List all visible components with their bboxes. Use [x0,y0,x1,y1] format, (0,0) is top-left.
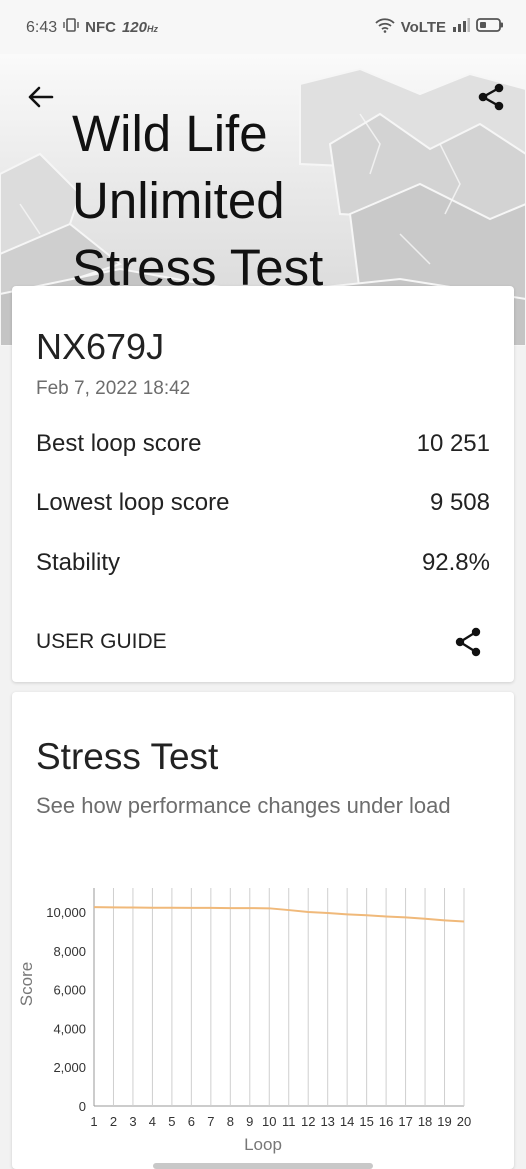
title-line-2: Unlimited [72,172,285,229]
score-series-line [93,906,465,923]
x-tick-label: 11 [282,1114,296,1129]
summary-card: NX679J Feb 7, 2022 18:42 Best loop score… [12,286,514,682]
stress-test-title: Stress Test [36,736,219,777]
x-axis-label: Loop [244,1135,282,1154]
stability-label: Stability [36,549,121,576]
y-tick-label: 10,000 [46,905,86,920]
x-tick-label: 12 [301,1114,315,1129]
x-tick-label: 6 [188,1114,195,1129]
back-button[interactable] [24,82,58,112]
y-tick-label: 6,000 [53,983,86,998]
x-tick-label: 17 [398,1114,412,1129]
lowest-loop-row: Lowest loop score 9 508 [36,489,490,517]
x-tick-label: 2 [110,1114,117,1129]
device-name: NX679J [36,326,165,367]
status-time: 6:43 [26,18,58,36]
share-icon [455,627,481,657]
home-indicator [153,1163,373,1169]
stress-test-card: Stress Test See how performance changes … [12,692,514,1169]
stress-test-chart: 02,0004,0006,0008,00010,000 1 2 3 4 5 6 7 8 9 10 1… [17,888,471,1154]
lowest-loop-value: 9 508 [429,489,490,516]
title-line-1: Wild Life [72,105,268,162]
x-tick-label: 8 [227,1114,234,1129]
x-tick-label: 1 [90,1114,97,1129]
x-tick-label: 13 [320,1114,334,1129]
share-result-button[interactable] [452,626,484,658]
y-tick-label: 2,000 [53,1060,86,1075]
refresh-rate: 120Hz [122,19,158,36]
y-tick-label: 8,000 [53,944,86,959]
vibrate-icon [63,17,79,38]
x-tick-label: 3 [129,1114,136,1129]
y-axis-label: Score [17,962,36,1006]
stability-row: Stability 92.8% [36,549,490,577]
network-label: VoLTE [400,19,446,36]
x-tick-label: 7 [207,1114,214,1129]
stress-test-subtitle: See how performance changes under load [36,793,451,818]
x-tick-label: 19 [437,1114,451,1129]
x-tick-label: 5 [168,1114,175,1129]
back-arrow-icon [28,86,54,108]
x-tick-label: 14 [340,1114,354,1129]
best-loop-label: Best loop score [36,430,202,457]
x-tick-label: 16 [379,1114,393,1129]
y-tick-label: 0 [79,1099,86,1114]
wifi-icon [375,17,395,38]
nfc-label: NFC [85,19,116,36]
x-tick-label: 15 [359,1114,373,1129]
stability-value: 92.8% [421,549,490,576]
signal-icon [452,18,470,37]
x-tick-label: 18 [418,1114,432,1129]
best-loop-value: 10 251 [416,430,490,457]
refresh-value: 120 [121,19,147,36]
test-date: Feb 7, 2022 18:42 [36,378,191,399]
page-title: Wild Life Unlimited Stress Test [72,100,492,301]
x-tick-label: 10 [262,1114,276,1129]
best-loop-row: Best loop score 10 251 [36,430,490,458]
x-tick-label: 9 [246,1114,253,1129]
lowest-loop-label: Lowest loop score [36,489,230,516]
battery-icon [476,17,504,38]
y-tick-label: 4,000 [53,1021,86,1036]
x-tick-label: 4 [149,1114,156,1129]
refresh-unit: Hz [147,24,158,34]
x-tick-label: 20 [457,1114,471,1129]
status-bar: 6:43 NFC 120Hz VoLTE [0,0,526,54]
user-guide-button[interactable]: USER GUIDE [36,630,167,654]
